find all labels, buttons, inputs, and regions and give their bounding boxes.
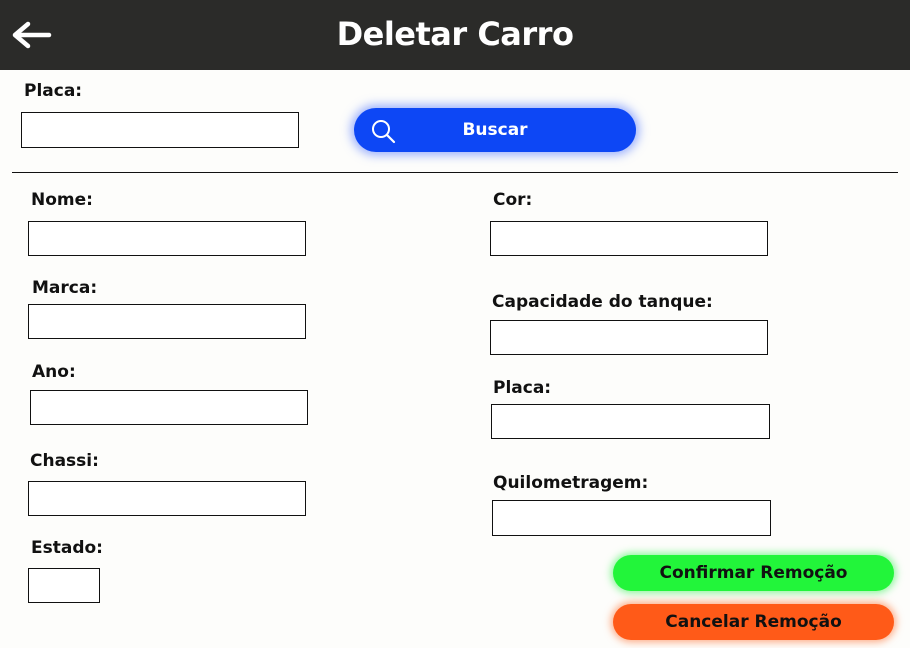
placa-input[interactable] — [491, 404, 770, 439]
marca-label: Marca: — [32, 278, 98, 298]
placa-search-input[interactable] — [21, 112, 299, 148]
nome-input[interactable] — [28, 221, 306, 256]
quilometragem-input[interactable] — [492, 500, 771, 536]
ano-label: Ano: — [32, 362, 76, 382]
search-button[interactable]: Buscar — [354, 108, 636, 152]
section-divider — [12, 172, 898, 173]
page-title: Deletar Carro — [336, 15, 574, 53]
cancel-removal-button[interactable]: Cancelar Remoção — [613, 604, 894, 640]
chassi-label: Chassi: — [30, 451, 99, 471]
ano-input[interactable] — [30, 390, 308, 425]
header-bar: Deletar Carro — [0, 0, 910, 70]
cor-input[interactable] — [490, 221, 768, 256]
confirm-removal-button[interactable]: Confirmar Remoção — [613, 555, 894, 591]
placa-search-label: Placa: — [24, 81, 83, 101]
estado-label: Estado: — [31, 538, 103, 558]
search-button-label: Buscar — [462, 120, 528, 140]
chassi-input[interactable] — [28, 481, 306, 516]
nome-label: Nome: — [31, 190, 93, 210]
capacidade-input[interactable] — [490, 320, 768, 355]
capacidade-label: Capacidade do tanque: — [492, 292, 713, 312]
marca-input[interactable] — [28, 304, 306, 339]
cor-label: Cor: — [493, 190, 533, 210]
quilometragem-label: Quilometragem: — [493, 473, 649, 493]
estado-input[interactable] — [28, 568, 100, 603]
placa-label: Placa: — [493, 378, 552, 398]
